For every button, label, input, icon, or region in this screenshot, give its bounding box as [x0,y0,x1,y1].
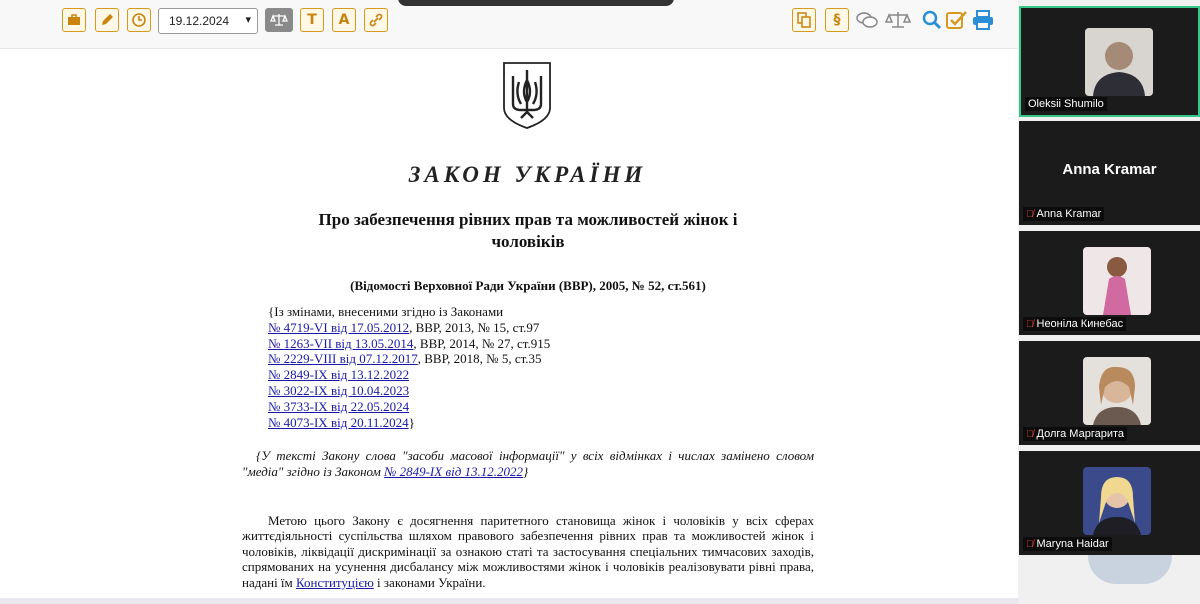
avatar [1085,28,1153,96]
participant-name-tag: 🎙̸ Неоніла Кинебас [1023,317,1127,331]
search-icon[interactable] [920,8,944,32]
participant-tile[interactable]: Oleksii Shumilo [1019,6,1200,117]
participant-name-tag: 🎙̸ Maryna Haidar [1023,537,1112,551]
editorial-note: {У тексті Закону слова "засоби масової і… [242,448,814,479]
amendment-link[interactable]: № 3022-IX від 10.04.2023 [268,383,409,398]
participant-tile[interactable]: Anna Kramar 🎙̸ Anna Kramar [1019,121,1200,225]
camera-notch [398,0,674,6]
amendment-item: № 4073-IX від 20.11.2024} [268,415,550,431]
avatar [1083,467,1151,535]
compare-scales-icon[interactable] [884,8,912,32]
trident-emblem-icon [501,60,553,130]
document-title: ЗАКОН УКРАЇНИ [408,162,647,187]
participant-name: Anna Kramar [1036,208,1102,220]
law-document: ЗАКОН УКРАЇНИ Про забезпечення рівних пр… [0,49,1018,604]
amendment-item: № 2849-IX від 13.12.2022 [268,367,550,383]
history-icon[interactable] [127,8,151,32]
preamble-end: і законами України. [373,574,486,590]
amendment-link[interactable]: № 2229-VIII від 07.12.2017 [268,351,418,366]
amendment-details: , ВВР, 2014, № 27, ст.915 [413,335,551,351]
edit-icon[interactable] [95,8,119,32]
section-sign: § [833,12,841,28]
print-icon[interactable] [971,8,995,32]
text-t-icon[interactable]: T [300,8,324,32]
text-t-label: T [307,12,317,28]
comments-icon[interactable] [855,8,879,32]
chevron-down-icon: ▾ [245,14,251,26]
mic-off-icon: 🎙̸ [1026,318,1034,330]
text-a-icon[interactable]: A [332,8,356,32]
amendment-link[interactable]: № 4073-IX від 20.11.2024 [268,415,409,430]
edition-date-value: 19.12.2024 [169,14,230,28]
amendment-item: № 1263-VII від 13.05.2014, ВВР, 2014, № … [268,336,550,352]
mic-off-icon: 🎙̸ [1026,208,1034,220]
horizontal-scrollbar[interactable] [0,598,1018,604]
participant-name-tag: Oleksii Shumilo [1025,97,1107,111]
note-law-link[interactable]: № 2849-IX від 13.12.2022 [384,464,523,479]
briefcase-icon[interactable] [62,8,86,32]
participant-tile[interactable]: 🎙̸ Maryna Haidar [1019,451,1200,555]
mic-off-icon: 🎙̸ [1026,538,1034,550]
amendment-details: , ВВР, 2018, № 5, ст.35 [417,351,542,367]
constitution-link[interactable]: Конституцією [296,575,374,590]
participant-name: Неоніла Кинебас [1036,318,1124,330]
participant-name: Maryna Haidar [1036,538,1109,550]
avatar [1083,357,1151,425]
participant-name: Oleksii Shumilo [1028,98,1104,110]
paragraph-icon[interactable]: § [825,8,849,32]
amendment-item: № 3733-IX від 22.05.2024 [268,399,550,415]
note-end: } [523,463,529,479]
participant-tile[interactable]: 🎙̸ Неоніла Кинебас [1019,231,1200,335]
amendment-details: } [408,414,415,430]
document-toolbar: 19.12.2024 ▾ T A § [0,0,1018,49]
participant-name: Долга Маргарита [1036,428,1125,440]
amendment-link[interactable]: № 3733-IX від 22.05.2024 [268,399,409,414]
law-name: Про забезпечення рівних прав та можливос… [318,210,738,251]
link-icon[interactable] [364,8,388,32]
participant-name-tag: 🎙̸ Долга Маргарита [1023,427,1128,441]
check-icon[interactable] [945,8,969,32]
mic-off-icon: 🎙̸ [1026,428,1034,440]
amendments-intro: {Із змінами, внесеними згідно із Законам… [268,304,504,319]
preamble-paragraph: Метою цього Закону є досягнення паритетн… [242,513,814,590]
amendment-item: № 2229-VIII від 07.12.2017, ВВР, 2018, №… [268,351,550,367]
amendment-details: , ВВР, 2013, № 15, ст.97 [409,319,540,335]
edition-date-select[interactable]: 19.12.2024 ▾ [158,8,258,34]
copy-icon[interactable] [792,8,816,32]
amendments-list: {Із змінами, внесеними згідно із Законам… [268,304,550,430]
avatar [1083,247,1151,315]
scales-icon[interactable] [265,8,293,32]
participant-tile[interactable]: 🎙̸ Долга Маргарита [1019,341,1200,445]
amendment-link[interactable]: № 2849-IX від 13.12.2022 [268,367,409,382]
participant-big-name: Anna Kramar [1062,161,1157,178]
amendment-item: № 3022-IX від 10.04.2023 [268,383,550,399]
amendment-link[interactable]: № 1263-VII від 13.05.2014 [268,336,413,351]
participant-name-tag: 🎙̸ Anna Kramar [1023,207,1105,221]
amendment-item: № 4719-VI від 17.05.2012, ВВР, 2013, № 1… [268,320,550,336]
text-a-label: A [338,12,350,28]
publication-source: (Відомості Верховної Ради України (ВВР),… [350,278,706,293]
amendment-link[interactable]: № 4719-VI від 17.05.2012 [268,320,409,335]
